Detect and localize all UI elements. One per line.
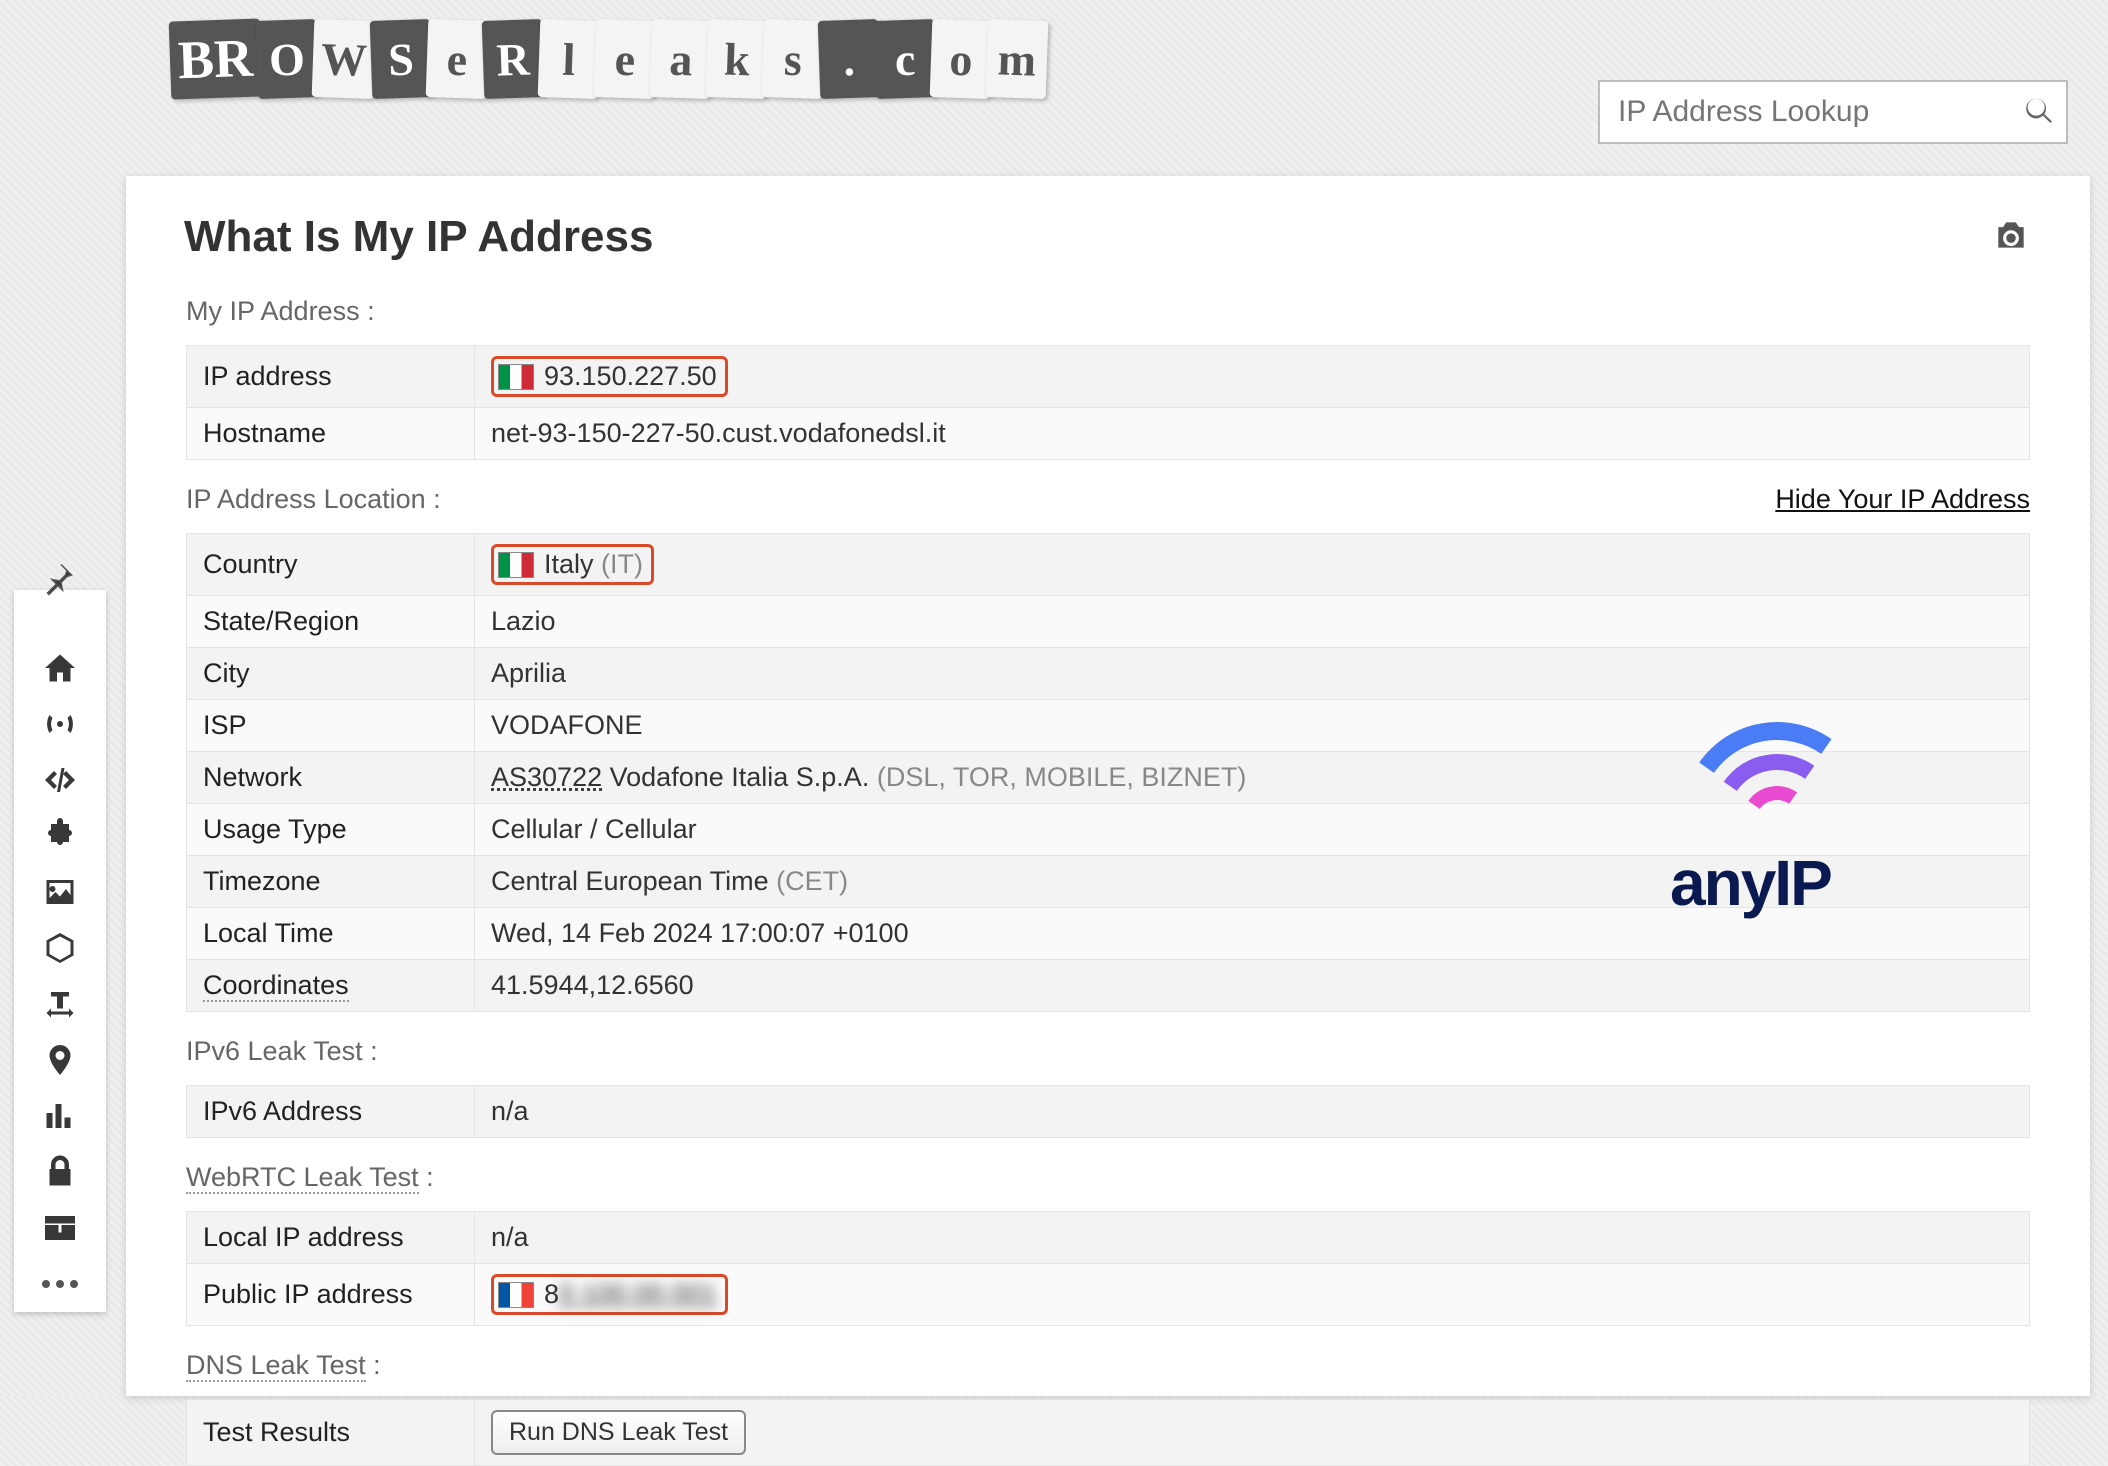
bars-icon[interactable] <box>14 1088 106 1144</box>
country-value: Italy (IT) <box>491 544 654 585</box>
left-sidebar <box>14 590 106 1312</box>
local-ip-value: n/a <box>475 1212 2030 1264</box>
signal-icon[interactable] <box>14 696 106 752</box>
coordinates-label: Coordinates <box>203 970 349 1002</box>
flag-it-icon <box>498 364 534 390</box>
screenshot-icon[interactable] <box>1992 216 2030 259</box>
section-my-ip: My IP Address : <box>126 272 2090 345</box>
coordinates-value: 41.5944,12.6560 <box>475 960 2030 1012</box>
section-location: IP Address Location : Hide Your IP Addre… <box>126 460 2090 533</box>
table-row: Local IP address n/a <box>187 1212 2030 1264</box>
table-row: IPv6 Address n/a <box>187 1086 2030 1138</box>
city-label: City <box>187 648 475 700</box>
hide-ip-link[interactable]: Hide Your IP Address <box>1775 484 2030 515</box>
timezone-label: Timezone <box>187 856 475 908</box>
ipv6-value: n/a <box>475 1086 2030 1138</box>
plugin-icon[interactable] <box>14 808 106 864</box>
asn-link[interactable]: AS30722 <box>491 762 602 792</box>
public-ip-label: Public IP address <box>187 1264 475 1326</box>
timezone-value: Central European Time <box>491 866 769 896</box>
table-row: Coordinates 41.5944,12.6560 <box>187 960 2030 1012</box>
site-logo[interactable]: BR O W S e R l e a k s . c o m <box>170 20 1043 98</box>
flag-it-icon <box>498 552 534 578</box>
section-ipv6: IPv6 Leak Test : <box>126 1012 2090 1085</box>
lock-icon[interactable] <box>14 1144 106 1200</box>
dns-link[interactable]: DNS Leak Test <box>186 1350 366 1382</box>
dns-table: Test Results Run DNS Leak Test <box>186 1399 2030 1466</box>
table-row: Hostname net-93-150-227-50.cust.vodafone… <box>187 408 2030 460</box>
main-panel: What Is My IP Address My IP Address : IP… <box>126 176 2090 1396</box>
webrtc-link[interactable]: WebRTC Leak Test <box>186 1162 419 1194</box>
home-icon[interactable] <box>14 640 106 696</box>
location-icon[interactable] <box>14 1032 106 1088</box>
table-row: Test Results Run DNS Leak Test <box>187 1400 2030 1466</box>
network-name: Vodafone Italia S.p.A. <box>610 762 870 792</box>
page-title: What Is My IP Address <box>184 212 653 262</box>
network-tags: (DSL, TOR, MOBILE, BIZNET) <box>877 762 1247 792</box>
public-ip-value: 80.100.00.001 <box>491 1274 728 1315</box>
webrtc-table: Local IP address n/a Public IP address 8… <box>186 1211 2030 1326</box>
section-webrtc: WebRTC Leak Test : <box>126 1138 2090 1211</box>
ip-table: IP address 93.150.227.50 Hostname net-93… <box>186 345 2030 460</box>
ad-anyip[interactable]: anyIP <box>1670 846 1960 920</box>
localtime-label: Local Time <box>187 908 475 960</box>
hostname-label: Hostname <box>187 408 475 460</box>
timezone-code: (CET) <box>776 866 848 896</box>
ipv6-label: IPv6 Address <box>187 1086 475 1138</box>
country-label: Country <box>187 534 475 596</box>
table-row: City Aprilia <box>187 648 2030 700</box>
ip-lookup-search[interactable] <box>1598 80 2068 144</box>
table-row: IP address 93.150.227.50 <box>187 346 2030 408</box>
city-value: Aprilia <box>475 648 2030 700</box>
search-icon[interactable] <box>2022 93 2056 132</box>
isp-label: ISP <box>187 700 475 752</box>
ip-address-value: 93.150.227.50 <box>491 356 728 397</box>
ip-address-label: IP address <box>187 346 475 408</box>
run-dns-test-button[interactable]: Run DNS Leak Test <box>491 1410 746 1455</box>
text-width-icon[interactable] <box>14 976 106 1032</box>
table-row: State/Region Lazio <box>187 596 2030 648</box>
ipv6-table: IPv6 Address n/a <box>186 1085 2030 1138</box>
region-label: State/Region <box>187 596 475 648</box>
hostname-value: net-93-150-227-50.cust.vodafonedsl.it <box>475 408 2030 460</box>
flag-fr-icon <box>498 1282 534 1308</box>
section-dns: DNS Leak Test : <box>126 1326 2090 1399</box>
dns-result-label: Test Results <box>187 1400 475 1466</box>
more-icon[interactable] <box>14 1256 106 1312</box>
code-icon[interactable] <box>14 752 106 808</box>
cube-icon[interactable] <box>14 920 106 976</box>
firewall-icon[interactable] <box>14 1200 106 1256</box>
network-label: Network <box>187 752 475 804</box>
local-ip-label: Local IP address <box>187 1212 475 1264</box>
image-icon[interactable] <box>14 864 106 920</box>
region-value: Lazio <box>475 596 2030 648</box>
pin-icon[interactable] <box>40 560 80 600</box>
table-row: Public IP address 80.100.00.001 <box>187 1264 2030 1326</box>
table-row: Country Italy (IT) <box>187 534 2030 596</box>
ip-lookup-input[interactable] <box>1618 95 2022 129</box>
usage-label: Usage Type <box>187 804 475 856</box>
